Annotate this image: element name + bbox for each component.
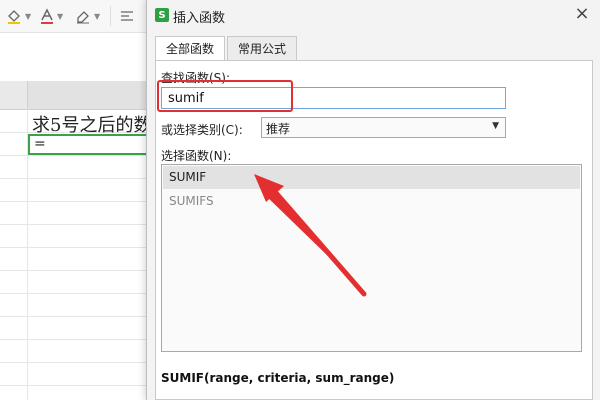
dialog-tabs: 全部函数 常用公式 (155, 36, 299, 61)
function-list-label: 选择函数(N): (161, 149, 232, 163)
category-label: 或选择类别(C): (161, 123, 243, 137)
category-selected-value: 推荐 (266, 122, 291, 136)
grid-line (0, 316, 160, 317)
chevron-down-icon: ▼ (25, 11, 32, 21)
dialog-title: 插入函数 (173, 11, 226, 26)
grid-line (0, 224, 160, 225)
function-signature: SUMIF(range, criteria, sum_range) (161, 371, 395, 385)
search-input[interactable] (161, 87, 506, 109)
search-label: 查找函数(S): (161, 71, 231, 85)
grid-line (0, 178, 160, 179)
grid-line (0, 362, 160, 363)
cell-b1-text[interactable]: 求5号之后的数 (32, 111, 158, 133)
function-list[interactable]: SUMIF SUMIFS (161, 164, 582, 352)
column-header-a[interactable] (0, 81, 28, 109)
fill-color-button[interactable]: ▼ (6, 6, 31, 26)
tab-all-functions[interactable]: 全部函数 (155, 36, 226, 61)
category-select[interactable]: 推荐 ▼ (261, 117, 506, 138)
tab-common-formulas[interactable]: 常用公式 (227, 36, 298, 60)
insert-function-dialog: S 插入函数 × 全部函数 常用公式 查找函数(S): 或选择类别(C): 推荐… (146, 0, 600, 400)
app-logo-icon: S (155, 8, 169, 22)
list-item-sumifs[interactable]: SUMIFS (163, 190, 580, 213)
chevron-down-icon: ▼ (57, 11, 64, 21)
column-header-b[interactable] (28, 81, 158, 109)
grid-line (0, 339, 160, 340)
eraser-icon (77, 11, 89, 24)
grid-line (0, 270, 160, 271)
toolbar-divider (110, 6, 111, 26)
dialog-titlebar[interactable]: S 插入函数 × (147, 0, 600, 30)
clear-format-button[interactable]: ▼ (75, 6, 100, 26)
active-cell-value: = (34, 136, 46, 152)
close-icon[interactable]: × (573, 4, 591, 24)
font-color-button[interactable]: ▼ (40, 6, 63, 26)
grid-line (0, 201, 160, 202)
grid-line (0, 247, 160, 248)
font-color-icon (41, 8, 53, 24)
align-left-icon (121, 11, 133, 21)
list-item-sumif[interactable]: SUMIF (163, 166, 580, 189)
grid-line (0, 385, 160, 386)
paint-bucket-icon (8, 10, 20, 24)
grid-line (0, 155, 160, 156)
align-left-button[interactable] (120, 6, 134, 26)
grid-line (0, 293, 160, 294)
dropdown-arrow-icon: ▼ (492, 121, 499, 131)
chevron-down-icon: ▼ (94, 11, 101, 21)
active-cell[interactable]: = (28, 134, 156, 155)
